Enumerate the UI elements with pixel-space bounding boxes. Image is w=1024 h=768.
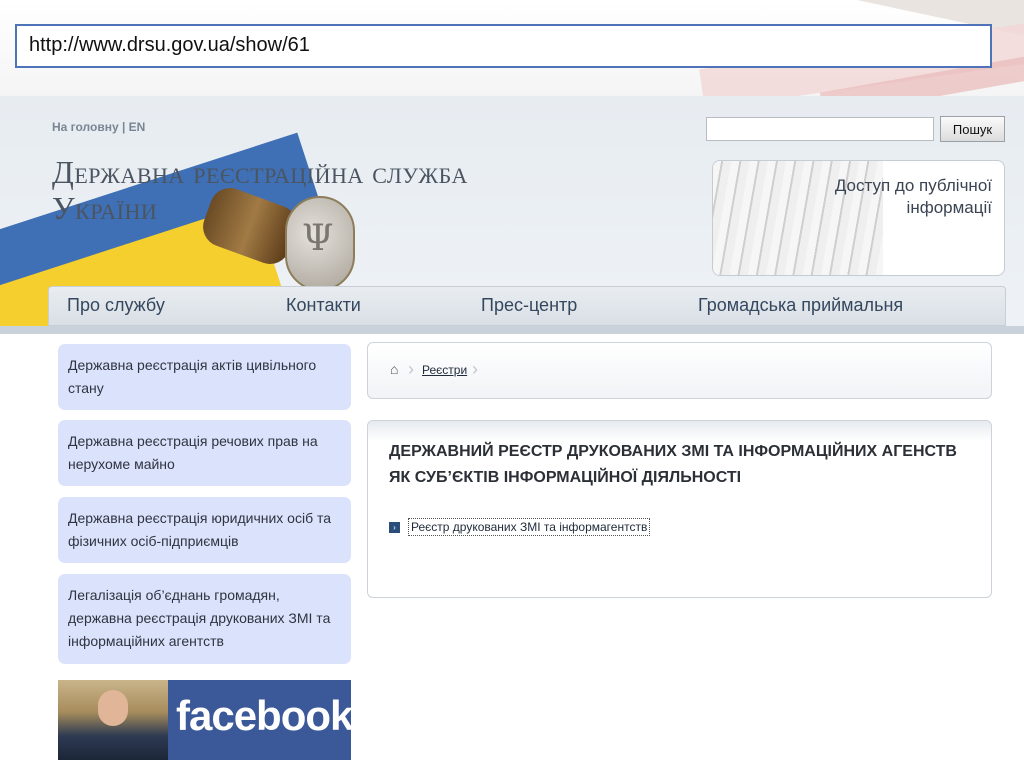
menu-item-contacts[interactable]: Контакти	[286, 295, 361, 316]
page-title: ДЕРЖАВНИЙ РЕЄСТР ДРУКОВАНИХ ЗМІ ТА ІНФОР…	[389, 443, 957, 486]
sidebar-item-legal-entities[interactable]: Державна реєстрація юридичних осіб та фі…	[58, 497, 351, 563]
sidebar-item-legalization-media[interactable]: Легалізація об’єднань громадян, державна…	[58, 574, 351, 664]
breadcrumb-separator-icon: ›	[472, 359, 478, 379]
page-content: Державна реєстрація актів цивільного ста…	[0, 334, 1024, 768]
menu-item-public-reception[interactable]: Громадська приймальня	[698, 295, 903, 316]
registry-link[interactable]: Реєстр друкованих ЗМІ та інформагентств	[408, 518, 651, 536]
public-info-access-banner[interactable]: Доступ до публічної інформації	[712, 160, 1005, 276]
url-bar[interactable]: http://www.drsu.gov.ua/show/61	[15, 24, 992, 68]
search-input[interactable]	[706, 117, 934, 141]
site-title-line2: України	[52, 190, 158, 226]
arrow-right-icon: ›	[389, 522, 400, 533]
site-header: Ψ На головну | EN Державна реєстраційна …	[0, 96, 1024, 326]
facebook-logo-text: facebook	[176, 692, 351, 739]
search-button[interactable]: Пошук	[940, 116, 1005, 142]
access-line2: інформації	[906, 198, 992, 217]
header-divider	[0, 326, 1024, 334]
menu-item-press-center[interactable]: Прес-центр	[481, 295, 577, 316]
top-links[interactable]: На головну | EN	[52, 120, 145, 134]
access-line1: Доступ до публічної	[834, 176, 992, 195]
home-icon[interactable]: ⌂	[390, 361, 398, 377]
breadcrumb-separator-icon: ›	[408, 359, 414, 379]
sidebar-item-property-rights[interactable]: Державна реєстрація речових прав на неру…	[58, 420, 351, 486]
person-face	[98, 690, 128, 726]
breadcrumb-link-registers[interactable]: Реєстри	[422, 363, 467, 377]
box-top-gradient	[368, 421, 991, 441]
sidebar-item-civil-status[interactable]: Державна реєстрація актів цивільного ста…	[58, 344, 351, 410]
facebook-banner[interactable]: facebook	[58, 680, 351, 760]
site-title-line1: Державна реєстраційна служба	[52, 154, 468, 190]
website-screenshot: Ψ На головну | EN Державна реєстраційна …	[0, 96, 1024, 768]
menu-item-about[interactable]: Про службу	[67, 295, 165, 316]
site-title: Державна реєстраційна служба України	[52, 154, 468, 226]
main-menu: Про службу Контакти Прес-центр Громадськ…	[48, 286, 1006, 326]
public-info-access-text: Доступ до публічної інформації	[835, 175, 992, 219]
breadcrumb: ⌂ › Реєстри ›	[367, 342, 992, 399]
main-content-box: ДЕРЖАВНИЙ РЕЄСТР ДРУКОВАНИХ ЗМІ ТА ІНФОР…	[367, 420, 992, 598]
